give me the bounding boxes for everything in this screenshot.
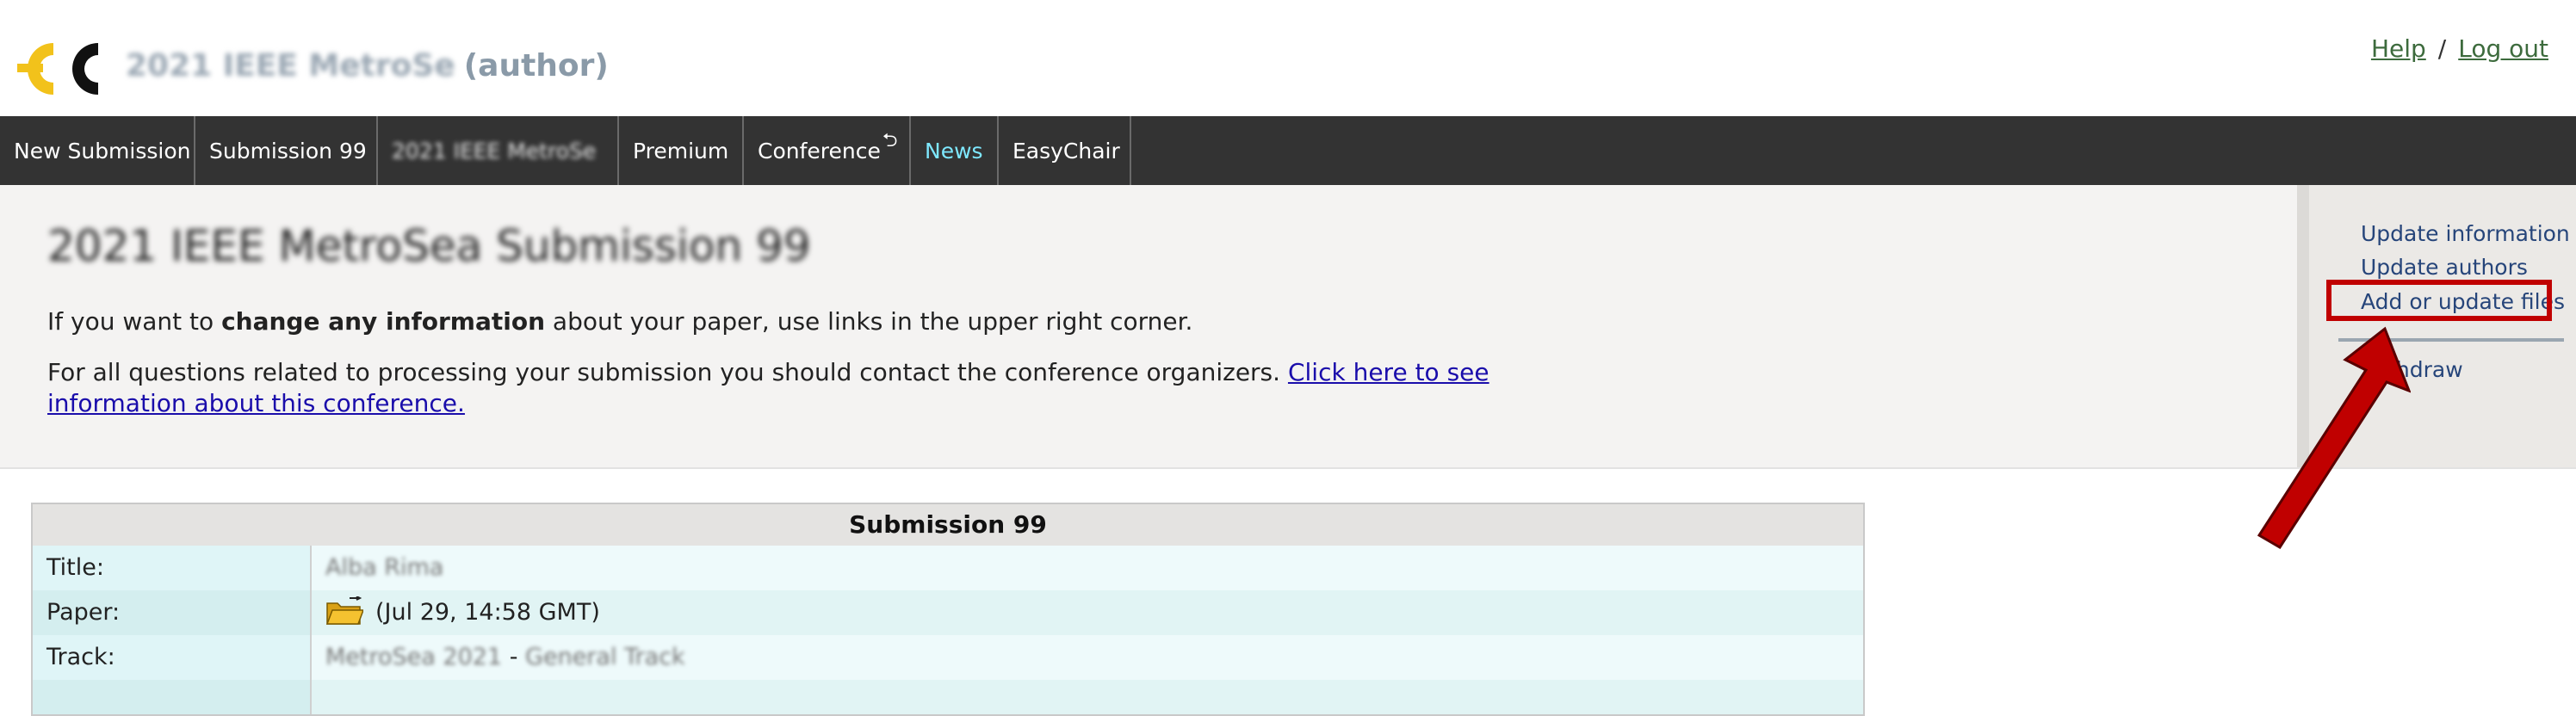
submission-table: Submission 99 Title: Alba Rima Paper: (J… [31,503,1865,716]
table-header: Submission 99 [33,504,1863,546]
page-title: 2021 IEEE MetroSea Submission 99 [47,221,811,271]
menu-bar: New Submission Submission 99 2021 IEEE M… [0,116,2576,185]
menu-submission-99[interactable]: Submission 99 [195,116,378,185]
menu-premium[interactable]: Premium [619,116,744,185]
table-row-title: Title: Alba Rima [33,546,1863,590]
menu-news[interactable]: News [911,116,999,185]
update-authors-link[interactable]: Update authors [2361,255,2528,280]
return-arrow-icon: ⮌ [882,130,898,151]
menu-easychair[interactable]: EasyChair [999,116,1131,185]
menu-new-submission[interactable]: New Submission [0,116,195,185]
top-links: Help / Log out [2371,34,2548,63]
menu-conference[interactable]: Conference ⮌ [744,116,911,185]
header: 2021 IEEE MetroSe (author) Help / Log out [0,0,2576,116]
info-line-change: If you want to change any information ab… [47,307,1193,336]
update-information-link[interactable]: Update information [2361,221,2570,246]
info-line-contact: For all questions related to processing … [47,358,1489,417]
app-title: 2021 IEEE MetroSe (author) [126,48,609,83]
info-panel: 2021 IEEE MetroSea Submission 99 If you … [0,185,2576,469]
help-link[interactable]: Help [2371,34,2426,63]
menu-conference-name[interactable]: 2021 IEEE MetroSe [378,116,619,185]
logout-link[interactable]: Log out [2458,34,2548,63]
easychair-logo [17,43,98,95]
table-row-next [33,680,1863,714]
highlight-box [2326,280,2552,321]
folder-icon[interactable] [325,596,363,626]
table-row-track: Track: MetroSea 2021 - General Track [33,635,1863,680]
link-separator: / [2437,34,2447,63]
red-arrow-annotation [2257,326,2411,549]
table-row-paper: Paper: (Jul 29, 14:58 GMT) [33,590,1863,635]
